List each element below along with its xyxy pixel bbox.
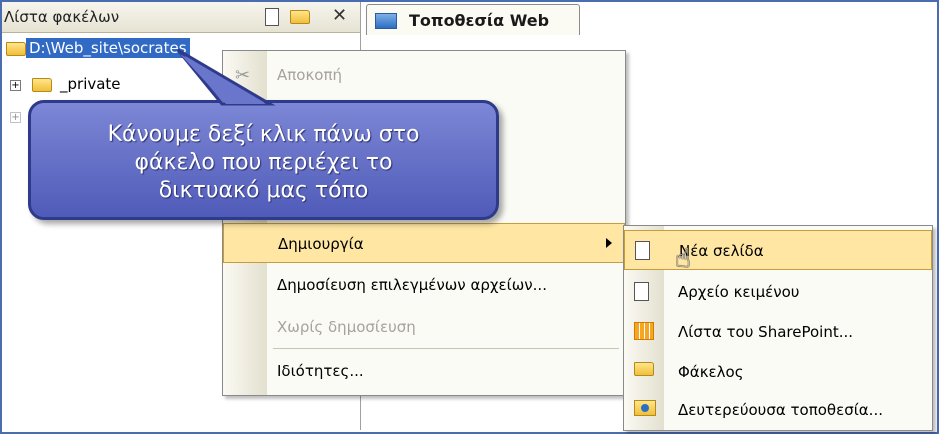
callout-text: Κάνουμε δεξί κλικ πάνω στο φάκελο που πε… [31,121,496,205]
menu-item-dont-publish[interactable]: Χωρίς δημοσίευση [223,307,625,347]
menu-separator [273,348,619,349]
submenu-item-label: Αρχείο κειμένου [678,283,800,301]
tab-website[interactable]: Τοποθεσία Web [366,4,580,35]
submenu-arrow-icon [606,238,612,248]
folder-icon [32,78,52,92]
folder-icon [6,42,26,56]
menu-item-label: Δημοσίευση επιλεγμένων αρχείων... [277,276,547,294]
panel-title: Λίστα φακέλων [4,8,120,26]
expand-icon[interactable]: + [10,112,21,123]
submenu-item-new-page[interactable]: Νέα σελίδα [624,230,932,270]
callout-line: δικτυακό μας τόπο [158,178,369,203]
instruction-callout: Κάνουμε δεξί κλικ πάνω στο φάκελο που πε… [28,100,499,220]
website-icon [375,13,397,29]
submenu-item-sharepoint-list[interactable]: Λίστα του SharePoint... [624,312,932,352]
new-submenu: Νέα σελίδα Αρχείο κειμένου Λίστα του Sha… [623,225,933,431]
submenu-item-text-file[interactable]: Αρχείο κειμένου [624,272,932,312]
callout-pointer [176,48,276,106]
menu-item-new[interactable]: Δημιουργία [223,223,625,263]
menu-item-label: Ιδιότητες... [277,362,364,380]
submenu-item-label: Νέα σελίδα [679,242,764,260]
menu-item-label: Δημιουργία [278,235,364,253]
submenu-item-label: Λίστα του SharePoint... [678,323,854,341]
close-icon[interactable]: ✕ [332,7,350,26]
menu-item-publish-selected[interactable]: Δημοσίευση επιλεγμένων αρχείων... [223,265,625,305]
tab-label: Τοποθεσία Web [409,11,550,30]
callout-line: φάκελο που περιέχει το [134,150,393,175]
panel-header: Λίστα φακέλων ✕ [2,2,360,33]
subsite-icon [634,400,656,416]
folder-icon [634,362,654,376]
submenu-item-subsite[interactable]: Δευτερεύουσα τοποθεσία... [624,390,932,430]
menu-item-label: Χωρίς δημοσίευση [277,318,416,336]
new-folder-icon[interactable] [290,10,310,24]
submenu-item-folder[interactable]: Φάκελος [624,352,932,392]
submenu-item-label: Φάκελος [678,363,744,381]
text-file-icon [634,282,649,301]
mouse-cursor-icon: ☝ [675,244,691,274]
page-icon [635,241,650,260]
new-page-icon[interactable] [265,8,279,26]
callout-line: Κάνουμε δεξί κλικ πάνω στο [107,122,420,147]
submenu-item-label: Δευτερεύουσα τοποθεσία... [678,401,883,419]
tree-item-label: _private [60,75,121,93]
sharepoint-list-icon [634,322,654,340]
expand-icon[interactable]: + [10,80,21,91]
menu-item-properties[interactable]: Ιδιότητες... [223,351,625,391]
